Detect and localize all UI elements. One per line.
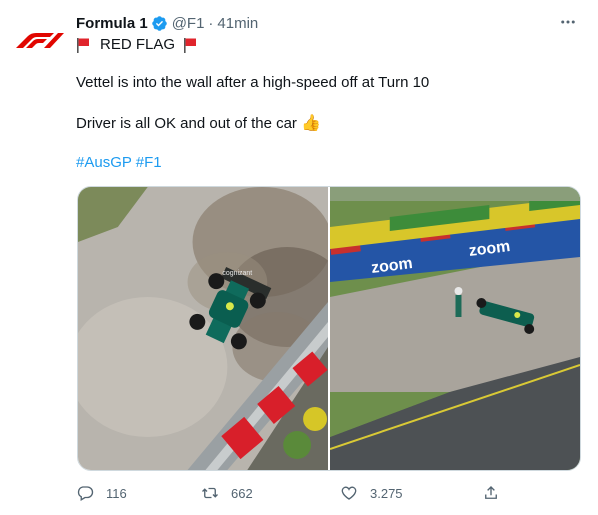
tweet-media: cognizant zoom zoom: [77, 186, 581, 471]
like-button[interactable]: 3.275: [340, 484, 403, 502]
more-options-icon[interactable]: [556, 10, 580, 34]
hashtag-f1[interactable]: #F1: [136, 154, 162, 171]
retweet-count: 662: [231, 485, 253, 501]
tweet: Formula 1 @F1 · 41min RED FLAG Vettel is…: [0, 0, 598, 515]
car-sponsor-text: cognizant: [222, 270, 252, 277]
separator-dot: ·: [208, 14, 214, 32]
red-flag-icon: [77, 38, 89, 53]
red-flag-icon: [184, 38, 197, 53]
tweet-timestamp[interactable]: 41min: [217, 15, 258, 32]
like-count: 3.275: [370, 485, 403, 501]
thumbs-up-icon: 👍: [300, 115, 321, 132]
hashtag-ausgp[interactable]: #AusGP: [76, 154, 132, 171]
share-icon: [485, 486, 497, 499]
crash-photo-left[interactable]: cognizant: [78, 187, 328, 470]
driver-ok-text: Driver is all OK and out of the car: [76, 115, 297, 132]
retweet-icon: [202, 487, 218, 499]
hashtag-line: #AusGP #F1: [76, 153, 162, 173]
reply-button[interactable]: 116: [76, 484, 127, 502]
reply-icon: [77, 486, 94, 501]
crash-photo-right[interactable]: zoom zoom: [330, 187, 580, 470]
share-button[interactable]: [482, 484, 500, 502]
retweet-button[interactable]: 662: [201, 484, 253, 502]
author-handle[interactable]: @F1: [172, 15, 205, 32]
tweet-header: Formula 1 @F1 · 41min: [76, 13, 258, 33]
author-name[interactable]: Formula 1: [76, 15, 148, 32]
action-bar: 116 662 3.275: [76, 484, 506, 504]
verified-badge-icon: [151, 15, 167, 31]
tweet-text-line-2: Vettel is into the wall after a high-spe…: [76, 74, 430, 91]
f1-logo-icon[interactable]: [14, 24, 66, 52]
tweet-text-line-3: Driver is all OK and out of the car 👍: [76, 114, 321, 134]
red-flag-text: RED FLAG: [100, 36, 176, 53]
heart-icon: [341, 486, 357, 500]
reply-count: 116: [106, 485, 127, 501]
tweet-text-line-1: RED FLAG: [76, 35, 197, 55]
